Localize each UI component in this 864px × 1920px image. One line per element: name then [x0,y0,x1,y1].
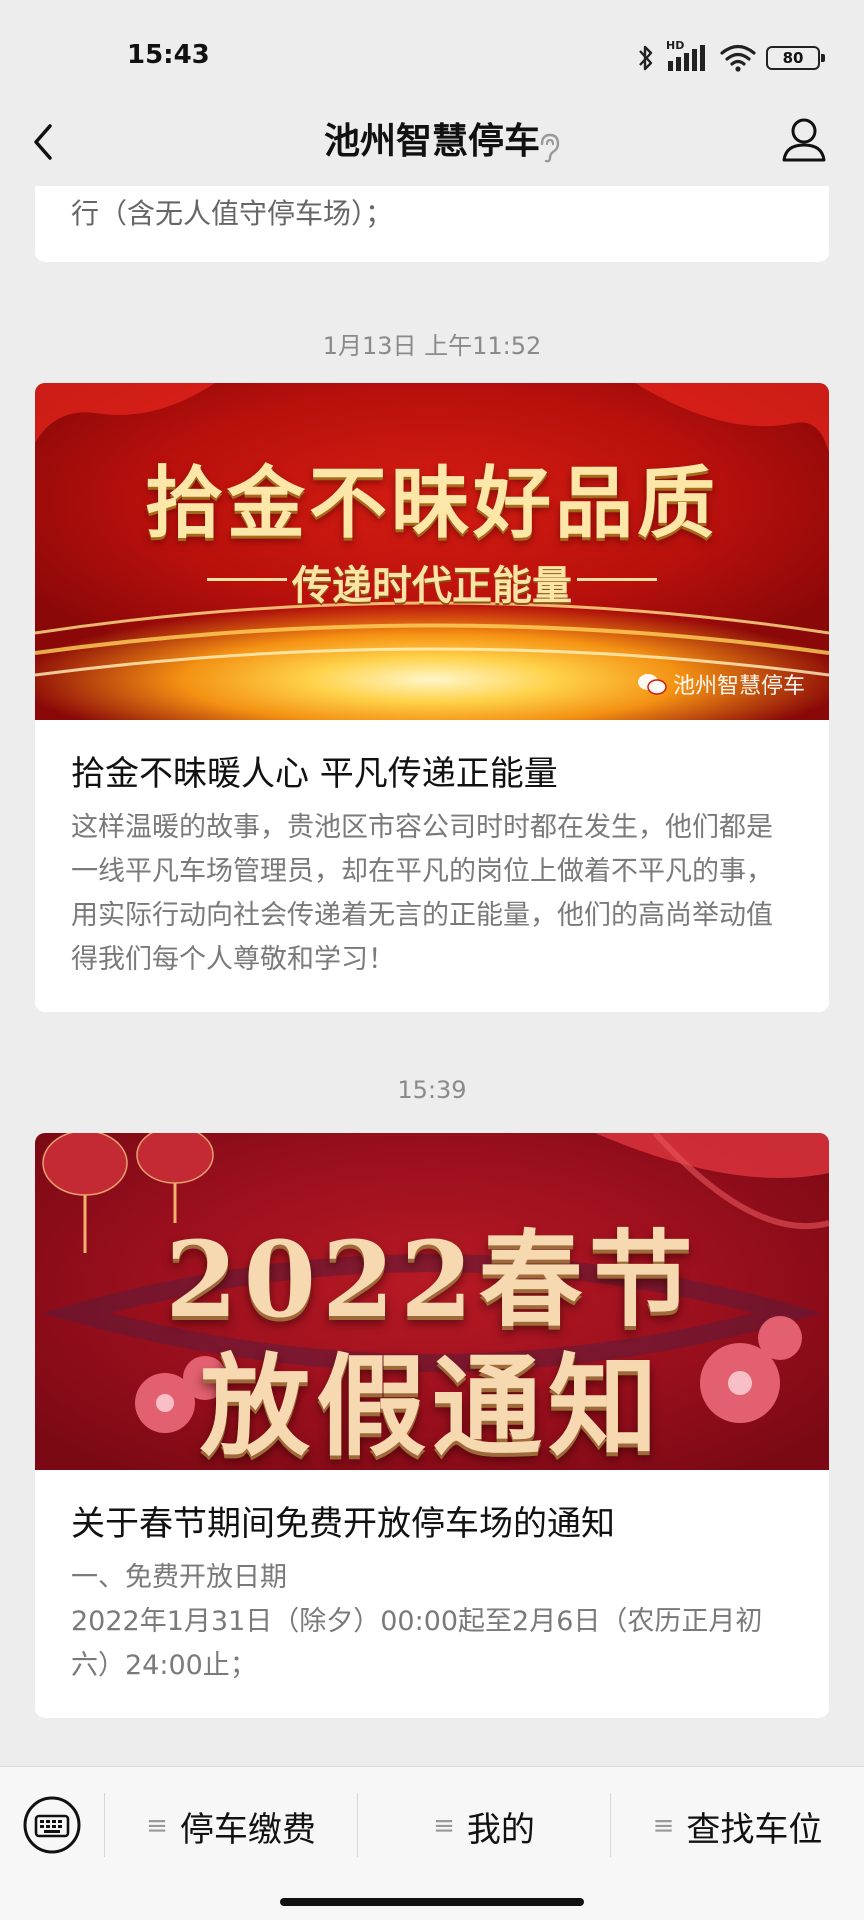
menu-item-find-parking[interactable]: ≡ 查找车位 [611,1791,864,1861]
article-desc-tail: 行（含无人值守停车场）； [71,197,394,230]
article-cover-image: 拾金不昧好品质 传递时代正能量 池州智慧停车 [35,383,829,720]
bottom-menu: ≡ 停车缴费 ≡ 我的 ≡ 查找车位 [0,1766,864,1920]
status-bar: 15:43 HD 80 [0,0,864,112]
article-desc-line: 一、免费开放日期 [71,1562,287,1593]
wechat-icon [637,674,667,695]
signal-icon: HD [666,39,710,73]
article-desc-line: 2022年1月31日（除夕）00:00起至2月6日（农历正月初六）24:00止； [71,1606,763,1681]
menu-item-label: 查找车位 [686,1809,823,1850]
keyboard-icon [23,1796,81,1854]
message-timestamp: 15:39 [397,1076,467,1104]
article-desc: 这样温暖的故事，贵池区市容公司时时都在发生，他们都是一线平凡车场管理员，却在平凡… [71,812,773,975]
menu-icon: ≡ [652,1811,675,1841]
article-title: 拾金不昧暖人心 平凡传递正能量 [71,754,558,794]
article-title: 关于春节期间免费开放停车场的通知 [71,1504,615,1544]
banner-title: 拾金不昧好品质 [144,458,719,549]
menu-item-label: 停车缴费 [179,1809,316,1850]
banner-subtitle: 传递时代正能量 [292,563,572,609]
menu-icon: ≡ [146,1811,168,1841]
status-icons: HD 80 [636,39,825,76]
battery-icon: 80 [766,46,825,70]
bluetooth-icon [639,45,653,71]
user-profile-button[interactable] [776,112,832,168]
keyboard-toggle-button[interactable] [22,1795,82,1855]
message-timestamp: 1月13日 上午11:52 [322,332,542,360]
wifi-icon [720,44,756,72]
banner-title-line2: 放假通知 [200,1342,664,1470]
nav-bar: 池州智慧停车 [0,100,864,186]
article-desc: 一、免费开放日期 2022年1月31日（除夕）00:00起至2月6日（农历正月初… [35,1548,829,1718]
battery-level: 80 [782,49,804,67]
home-indicator[interactable] [280,1898,584,1906]
menu-item-mine[interactable]: ≡ 我的 [358,1791,610,1861]
menu-icon: ≡ [433,1811,455,1841]
ear-icon [540,133,560,163]
watermark-text: 池州智慧停车 [672,674,805,699]
menu-item-parking-payment[interactable]: ≡ 停车缴费 [105,1791,357,1861]
article-card[interactable]: 拾金不昧好品质 传递时代正能量 池州智慧停车 拾金不昧暖人心 平凡传递正能量 这… [35,383,829,1012]
article-card-previous[interactable]: 行（含无人值守停车场）； [35,186,829,262]
article-card[interactable]: 2022春节 放假通知 关于春节期间免费开放停车场的通知 一、免费开放日期 20… [35,1133,829,1718]
page-title: 池州智慧停车 [323,121,540,162]
status-time: 15:43 [127,40,210,70]
message-feed[interactable]: 行（含无人值守停车场）； 1月13日 上午11:52 拾金不昧好品质 传递时代正… [0,186,864,1766]
menu-item-label: 我的 [466,1809,535,1850]
user-icon [782,118,826,162]
article-cover-image: 2022春节 放假通知 [35,1133,829,1470]
banner-watermark: 池州智慧停车 [637,668,805,700]
